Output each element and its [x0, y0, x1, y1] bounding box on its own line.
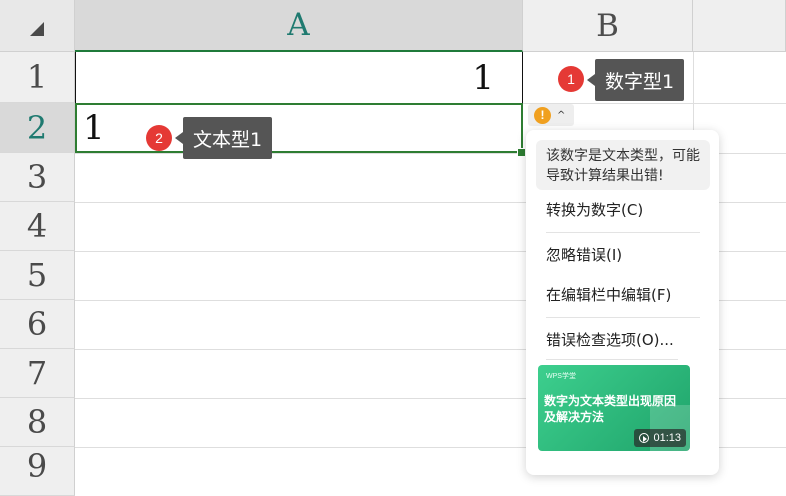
- video-brand: WPS学堂: [546, 373, 576, 380]
- chevron-up-icon: ^: [557, 109, 566, 121]
- edit-in-formula-bar-item[interactable]: 在编辑栏中编辑(F): [546, 284, 671, 306]
- spreadsheet: A B 1 2 3 4 5 6 7 8 9 1 1 1 数字型1 2 文本型1 …: [0, 0, 786, 496]
- row-header-3[interactable]: 3: [0, 153, 75, 202]
- warning-icon: !: [534, 106, 551, 124]
- annotation-badge-2: 2: [146, 125, 172, 151]
- select-all-corner[interactable]: [0, 0, 75, 52]
- menu-divider: [546, 317, 700, 318]
- column-header-a[interactable]: A: [75, 0, 523, 52]
- ignore-error-item[interactable]: 忽略错误(I): [546, 244, 622, 266]
- annotation-label-2: 文本型1: [174, 117, 273, 159]
- row-header-6[interactable]: 6: [0, 300, 75, 349]
- annotation-label-1: 数字型1: [586, 59, 685, 101]
- menu-divider: [546, 359, 678, 360]
- row-header-4[interactable]: 4: [0, 202, 75, 251]
- row-header-1[interactable]: 1: [0, 52, 75, 103]
- video-duration-text: 01:13: [653, 432, 681, 444]
- error-message: 该数字是文本类型，可能导致计算结果出错!: [536, 140, 710, 190]
- menu-divider: [546, 232, 700, 233]
- row-header-7[interactable]: 7: [0, 349, 75, 398]
- row-header-2[interactable]: 2: [0, 103, 75, 153]
- row-header-5[interactable]: 5: [0, 251, 75, 300]
- fill-handle[interactable]: [517, 148, 526, 157]
- cell-a1[interactable]: 1: [75, 52, 523, 104]
- video-duration: 01:13: [634, 429, 686, 447]
- column-header-b[interactable]: B: [523, 0, 693, 52]
- error-check-menu: 该数字是文本类型，可能导致计算结果出错! 转换为数字(C) 忽略错误(I) 在编…: [526, 130, 719, 475]
- row-header-8[interactable]: 8: [0, 398, 75, 447]
- column-header-c[interactable]: [693, 0, 786, 52]
- annotation-badge-1: 1: [558, 66, 584, 92]
- play-icon: [639, 433, 650, 443]
- error-check-options-item[interactable]: 错误检查选项(O)...: [546, 329, 674, 351]
- row-header-9[interactable]: 9: [0, 447, 75, 496]
- cell-a2[interactable]: 1: [75, 103, 523, 153]
- error-check-button[interactable]: ! ^: [528, 104, 574, 126]
- select-all-icon: [30, 22, 44, 36]
- convert-to-number-item[interactable]: 转换为数字(C): [546, 199, 643, 221]
- help-video-card[interactable]: WPS学堂 数字为文本类型出现原因及解决方法 01:13: [538, 365, 690, 451]
